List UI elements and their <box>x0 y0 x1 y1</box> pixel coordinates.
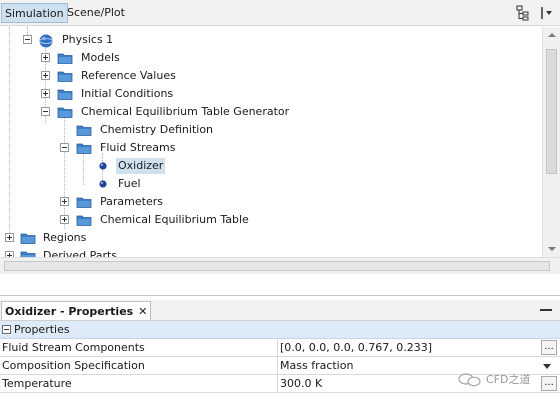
property-name: Composition Specification <box>2 359 145 372</box>
tree-node-physics-1[interactable]: Physics 1 <box>0 31 542 49</box>
tree-node-parameters[interactable]: Parameters <box>0 193 542 211</box>
tree-label: Regions <box>43 231 87 244</box>
tree-node-derived-parts[interactable]: Derived Parts <box>0 247 542 257</box>
tree-vertical-scrollbar[interactable] <box>542 27 560 257</box>
expand-icon[interactable] <box>41 53 50 62</box>
folder-icon <box>76 141 92 158</box>
dropdown-arrow-icon[interactable] <box>543 364 551 369</box>
tree-label: Models <box>81 51 120 64</box>
collapse-icon[interactable] <box>41 107 50 116</box>
stream-node-icon <box>98 161 108 174</box>
watermark-text: CFD之道 <box>486 373 531 386</box>
properties-title: Oxidizer - Properties <box>5 305 134 318</box>
expand-icon[interactable] <box>60 215 69 224</box>
column-divider <box>277 375 278 393</box>
folder-icon <box>76 195 92 212</box>
tree-label: Chemical Equilibrium Table <box>100 213 249 226</box>
tree-label: Parameters <box>100 195 163 208</box>
scrollbar-thumb[interactable] <box>4 261 550 271</box>
folder-icon <box>57 105 73 122</box>
folder-icon <box>20 249 36 257</box>
edit-ellipsis-button[interactable]: ... <box>541 340 557 355</box>
tree-label: Chemistry Definition <box>100 123 214 136</box>
tree-node-fluid-streams[interactable]: Fluid Streams <box>0 139 542 157</box>
column-divider <box>277 357 278 375</box>
tree-node-reference-values[interactable]: Reference Values <box>0 67 542 85</box>
chat-bubbles-icon <box>458 373 482 393</box>
folder-icon <box>57 87 73 104</box>
property-value[interactable]: Mass fraction <box>280 358 353 374</box>
tree-node-models[interactable]: Models <box>0 49 542 67</box>
expand-icon[interactable] <box>41 71 50 80</box>
tree-node-initial-conditions[interactable]: Initial Conditions <box>0 85 542 103</box>
scroll-down-icon[interactable] <box>548 247 556 251</box>
properties-group-header[interactable]: Properties <box>0 321 560 339</box>
expand-icon[interactable] <box>60 197 69 206</box>
group-label: Properties <box>14 323 70 336</box>
expand-icon[interactable] <box>41 89 50 98</box>
folder-icon <box>57 69 73 86</box>
property-name: Fluid Stream Components <box>2 341 145 354</box>
minimize-icon[interactable] <box>540 309 552 311</box>
tree-label: Derived Parts <box>43 249 118 257</box>
tree-label: Fuel <box>118 177 141 190</box>
tree-node-chemistry-definition[interactable]: Chemistry Definition <box>0 121 542 139</box>
tree-horizontal-scrollbar[interactable] <box>0 257 560 274</box>
scroll-up-icon[interactable] <box>548 33 556 37</box>
tree-node-chemical-equilibrium-table[interactable]: Chemical Equilibrium Table <box>0 211 542 229</box>
properties-panel-header: Oxidizer - Properties ✕ <box>0 300 560 321</box>
tree-label: Reference Values <box>81 69 176 82</box>
tree-label: Initial Conditions <box>81 87 174 100</box>
property-value[interactable]: [0.0, 0.0, 0.0, 0.767, 0.233] <box>280 340 432 356</box>
collapse-icon[interactable] <box>60 143 69 152</box>
expand-icon[interactable] <box>5 233 14 242</box>
tree-node-fuel[interactable]: Fuel <box>0 175 542 193</box>
property-value[interactable]: 300.0 K <box>280 376 322 392</box>
tab-scene-plot[interactable]: Scene/Plot <box>64 3 128 23</box>
property-name: Temperature <box>2 377 72 390</box>
stream-node-icon <box>98 179 108 192</box>
tree-label: Chemical Equilibrium Table Generator <box>81 105 290 118</box>
collapse-icon[interactable] <box>23 35 32 44</box>
tree-node-oxidizer[interactable]: Oxidizer <box>0 157 542 175</box>
tree-node-chemical-equilibrium-table-generator[interactable]: Chemical Equilibrium Table Generator <box>0 103 542 121</box>
edit-ellipsis-button[interactable]: ... <box>541 376 557 391</box>
tree-label: Oxidizer <box>116 158 166 174</box>
folder-icon <box>20 231 36 248</box>
view-menu-icon[interactable] <box>538 4 556 22</box>
tree-label: Physics 1 <box>62 33 114 46</box>
tree-footer-area <box>0 274 560 296</box>
hierarchy-icon[interactable] <box>514 4 532 22</box>
tree-label: Fluid Streams <box>100 141 176 154</box>
properties-tab[interactable]: Oxidizer - Properties ✕ <box>1 301 152 320</box>
simulation-tree: Physics 1 Models Reference Values Initia… <box>0 27 542 257</box>
tab-simulation[interactable]: Simulation <box>1 3 68 23</box>
scrollbar-thumb[interactable] <box>546 49 557 174</box>
explorer-tabbar: Simulation Scene/Plot <box>0 0 560 26</box>
folder-icon <box>76 213 92 230</box>
collapse-icon[interactable] <box>2 325 11 334</box>
folder-icon <box>76 123 92 140</box>
property-row-fluid-stream-components[interactable]: Fluid Stream Components [0.0, 0.0, 0.0, … <box>0 339 560 357</box>
folder-icon <box>57 51 73 68</box>
column-divider <box>277 339 278 357</box>
close-icon[interactable]: ✕ <box>138 305 147 318</box>
tree-node-regions[interactable]: Regions <box>0 229 542 247</box>
